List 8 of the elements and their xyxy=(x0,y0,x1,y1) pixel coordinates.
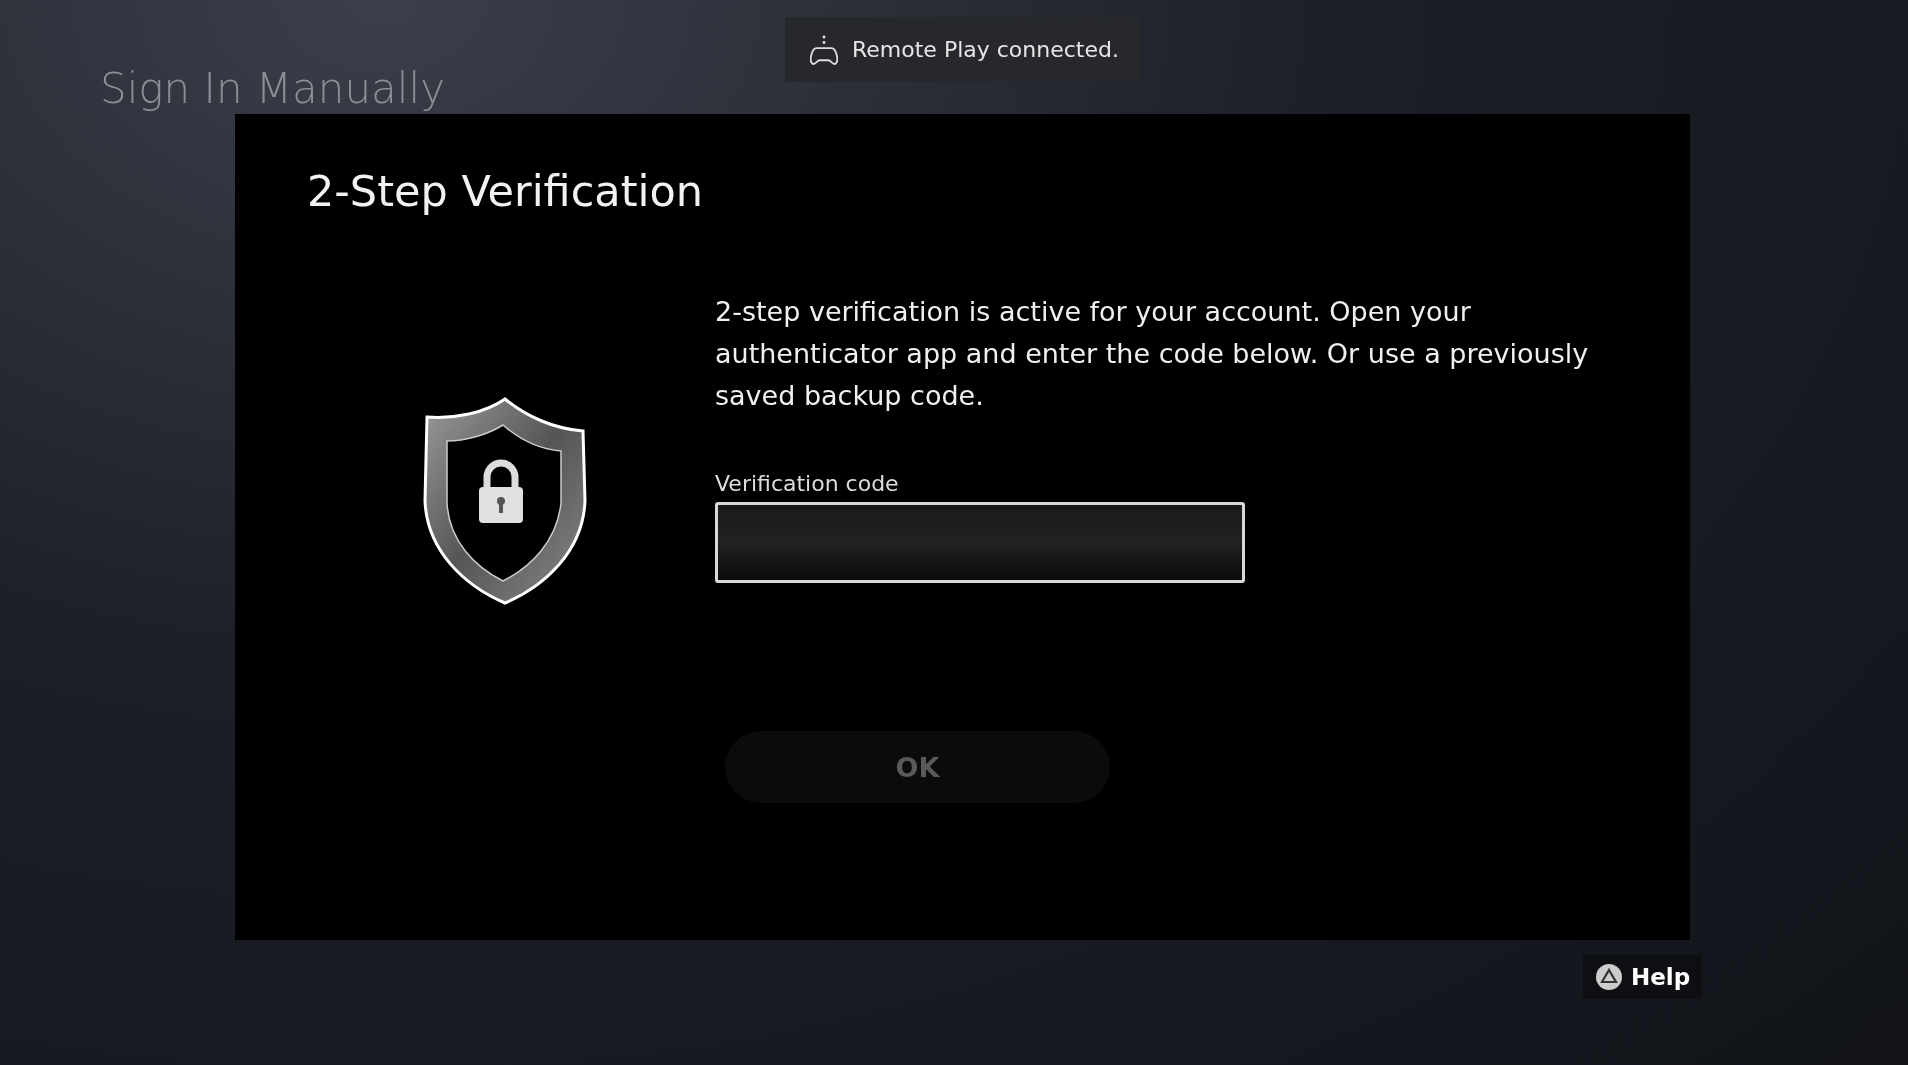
controller-icon xyxy=(810,33,838,66)
field-label: Verification code xyxy=(715,471,900,496)
verification-code-field[interactable] xyxy=(715,502,1245,583)
help-button[interactable]: Help xyxy=(1583,955,1703,999)
dialog-title: 2-Step Verification xyxy=(307,166,705,216)
toast-text: Remote Play connected. xyxy=(852,37,1119,62)
dialog-message: 2-step verification is active for your account. Open your authenticator app and enter the code below. Or use a previously saved backup code. xyxy=(715,295,1590,413)
page-title: Sign In Manually xyxy=(100,64,445,113)
